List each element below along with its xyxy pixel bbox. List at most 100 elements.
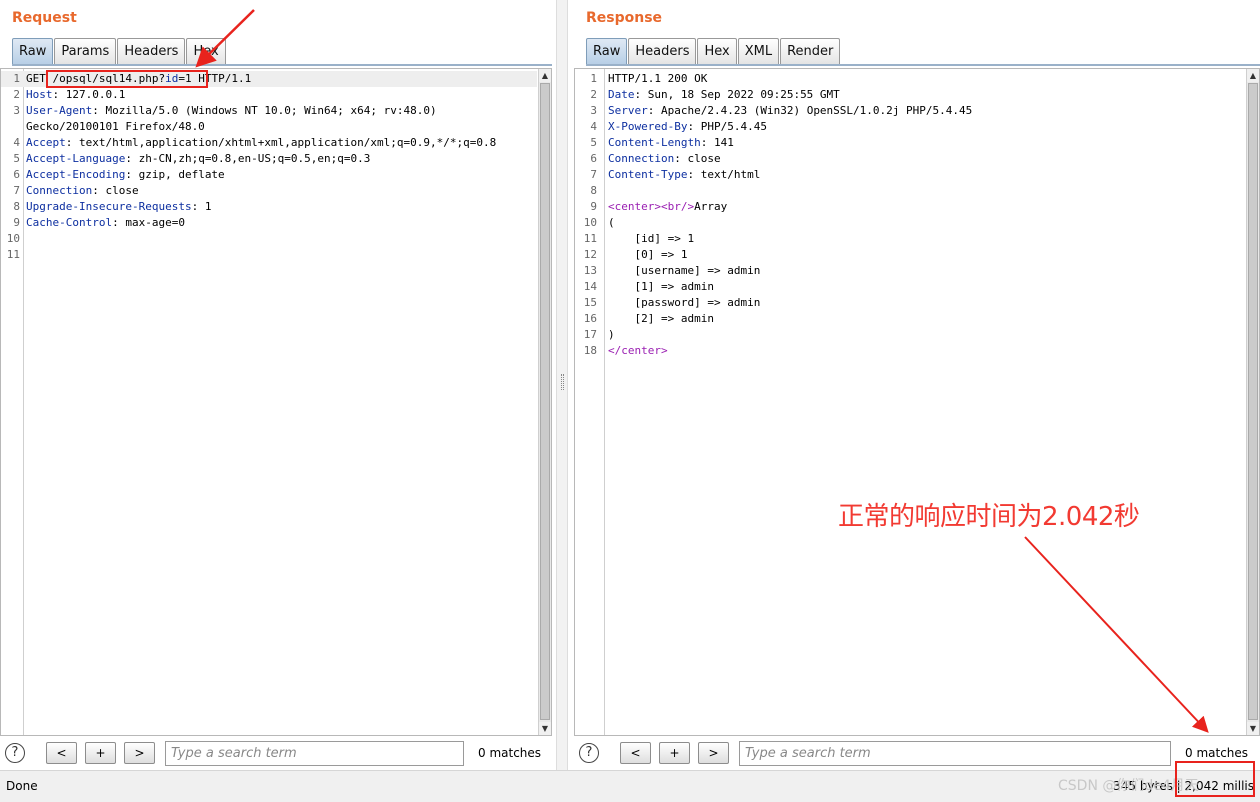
code-line: 18 </center>	[575, 343, 1245, 359]
line-text: [2] => admin	[608, 311, 714, 327]
code-token: : Sun, 18 Sep 2022 09:25:55 GMT	[634, 88, 840, 101]
status-text: Done	[6, 779, 38, 793]
search-input[interactable]: Type a search term	[165, 741, 464, 766]
code-token: : Mozilla/5.0 (Windows NT 10.0; Win64; x…	[92, 104, 437, 117]
prev-match-button[interactable]: <	[620, 742, 651, 764]
line-number: 2	[590, 88, 597, 101]
code-line: 9 Cache-Control: max-age=0	[1, 215, 537, 231]
tab-raw[interactable]: Raw	[12, 38, 54, 64]
code-token: : max-age=0	[112, 216, 185, 229]
tab-hex[interactable]: Hex	[697, 38, 737, 64]
code-line: 1 HTTP/1.1 200 OK	[575, 71, 1245, 87]
line-text: <center><br/>Array	[608, 199, 727, 215]
request-search-bar: ? < + > Type a search term 0 matches	[0, 738, 552, 770]
code-line: 17)	[575, 327, 1245, 343]
line-text: [id] => 1	[608, 231, 694, 247]
help-icon[interactable]: ?	[5, 743, 25, 763]
code-line: 14 [1] => admin	[575, 279, 1245, 295]
line-text: )	[608, 327, 615, 343]
add-button[interactable]: +	[85, 742, 116, 764]
code-token: HTTP/1.1 200 OK	[608, 72, 708, 85]
html-tag: </center>	[608, 344, 668, 357]
line-text: Connection: close	[608, 151, 721, 167]
add-button[interactable]: +	[659, 742, 690, 764]
code-line: 11 [id] => 1	[575, 231, 1245, 247]
header-key: Connection	[26, 184, 93, 197]
line-number: 17	[583, 328, 597, 341]
scroll-up-icon[interactable]: ▲	[1247, 69, 1259, 82]
tab-headers[interactable]: Headers	[117, 38, 186, 64]
code-token: : close	[92, 184, 139, 197]
request-scrollbar[interactable]: ▲ ▼	[538, 69, 551, 735]
code-token: [2] => admin	[608, 312, 714, 325]
response-editor[interactable]: 1 HTTP/1.1 200 OK 2 Date: Sun, 18 Sep 2022 …	[574, 68, 1260, 736]
line-number: 13	[583, 264, 597, 277]
line-text: Gecko/20100101 Firefox/48.0	[26, 119, 205, 135]
header-key: Date	[608, 88, 635, 101]
line-text: Upgrade-Insecure-Requests: 1	[26, 199, 211, 215]
line-number: 11	[583, 232, 597, 245]
scroll-thumb[interactable]	[540, 83, 550, 720]
pane-splitter[interactable]	[556, 0, 568, 770]
scroll-thumb[interactable]	[1248, 83, 1258, 720]
request-title: Request	[12, 10, 77, 26]
code-line: 12 [0] => 1	[575, 247, 1245, 263]
scroll-up-icon[interactable]: ▲	[539, 69, 551, 82]
code-token: : Apache/2.4.23 (Win32) OpenSSL/1.0.2j P…	[647, 104, 973, 117]
scroll-down-icon[interactable]: ▼	[1247, 722, 1259, 735]
code-token: : close	[674, 152, 721, 165]
help-icon[interactable]: ?	[579, 743, 599, 763]
line-number: 3	[590, 104, 597, 117]
line-number: 10	[583, 216, 597, 229]
next-match-button[interactable]: >	[124, 742, 155, 764]
line-text: Accept-Language: zh-CN,zh;q=0.8,en-US;q=…	[26, 151, 370, 167]
line-number: 2	[13, 88, 20, 101]
line-number: 12	[583, 248, 597, 261]
code-line: 8	[575, 183, 1245, 199]
code-line: 3 User-Agent: Mozilla/5.0 (Windows NT 10.…	[1, 103, 537, 119]
code-token: (	[608, 216, 615, 229]
request-editor[interactable]: 1 GET /opsql/sql14.php?id=1 HTTP/1.1 2 Host…	[0, 68, 552, 736]
tab-hex[interactable]: Hex	[186, 38, 226, 64]
request-pane: Request Raw Params Headers Hex 1 GET /ops…	[0, 0, 552, 770]
code-line: 4 X-Powered-By: PHP/5.4.45	[575, 119, 1245, 135]
tab-headers[interactable]: Headers	[628, 38, 697, 64]
search-input[interactable]: Type a search term	[739, 741, 1171, 766]
tab-xml[interactable]: XML	[737, 38, 780, 64]
code-token: : gzip, deflate	[125, 168, 225, 181]
line-number: 1	[590, 72, 597, 85]
response-scrollbar[interactable]: ▲ ▼	[1246, 69, 1259, 735]
prev-match-button[interactable]: <	[46, 742, 77, 764]
code-token: [password] => admin	[608, 296, 761, 309]
line-number: 6	[13, 168, 20, 181]
match-count: 0 matches	[1185, 746, 1249, 760]
line-number: 9	[590, 200, 597, 213]
splitter-grip-icon[interactable]	[561, 374, 564, 390]
line-text: Host: 127.0.0.1	[26, 87, 125, 103]
line-number: 8	[590, 184, 597, 197]
tab-raw[interactable]: Raw	[586, 38, 628, 64]
line-text: Accept: text/html,application/xhtml+xml,…	[26, 135, 496, 151]
code-line: 2 Host: 127.0.0.1	[1, 87, 537, 103]
line-number: 7	[590, 168, 597, 181]
url-highlight-box	[46, 70, 208, 88]
header-key: Server	[608, 104, 648, 117]
tab-params[interactable]: Params	[54, 38, 117, 64]
line-text: [1] => admin	[608, 279, 713, 295]
line-number: 5	[13, 152, 20, 165]
line-number: 18	[583, 344, 597, 357]
next-match-button[interactable]: >	[698, 742, 729, 764]
code-token: Array	[694, 200, 728, 213]
tab-render[interactable]: Render	[780, 38, 841, 64]
response-search-bar: ? < + > Type a search term 0 matches	[574, 738, 1260, 770]
code-line: Gecko/20100101 Firefox/48.0	[1, 119, 537, 135]
header-key: Content-Type	[608, 168, 688, 181]
scroll-down-icon[interactable]: ▼	[539, 722, 551, 735]
code-line: 6 Connection: close	[575, 151, 1245, 167]
line-text: Accept-Encoding: gzip, deflate	[26, 167, 225, 183]
code-line: 7 Content-Type: text/html	[575, 167, 1245, 183]
header-key: Accept-Language	[26, 152, 126, 165]
line-number: 3	[13, 104, 20, 117]
line-text: Date: Sun, 18 Sep 2022 09:25:55 GMT	[608, 87, 840, 103]
code-token: : text/html,application/xhtml+xml,applic…	[65, 136, 497, 149]
